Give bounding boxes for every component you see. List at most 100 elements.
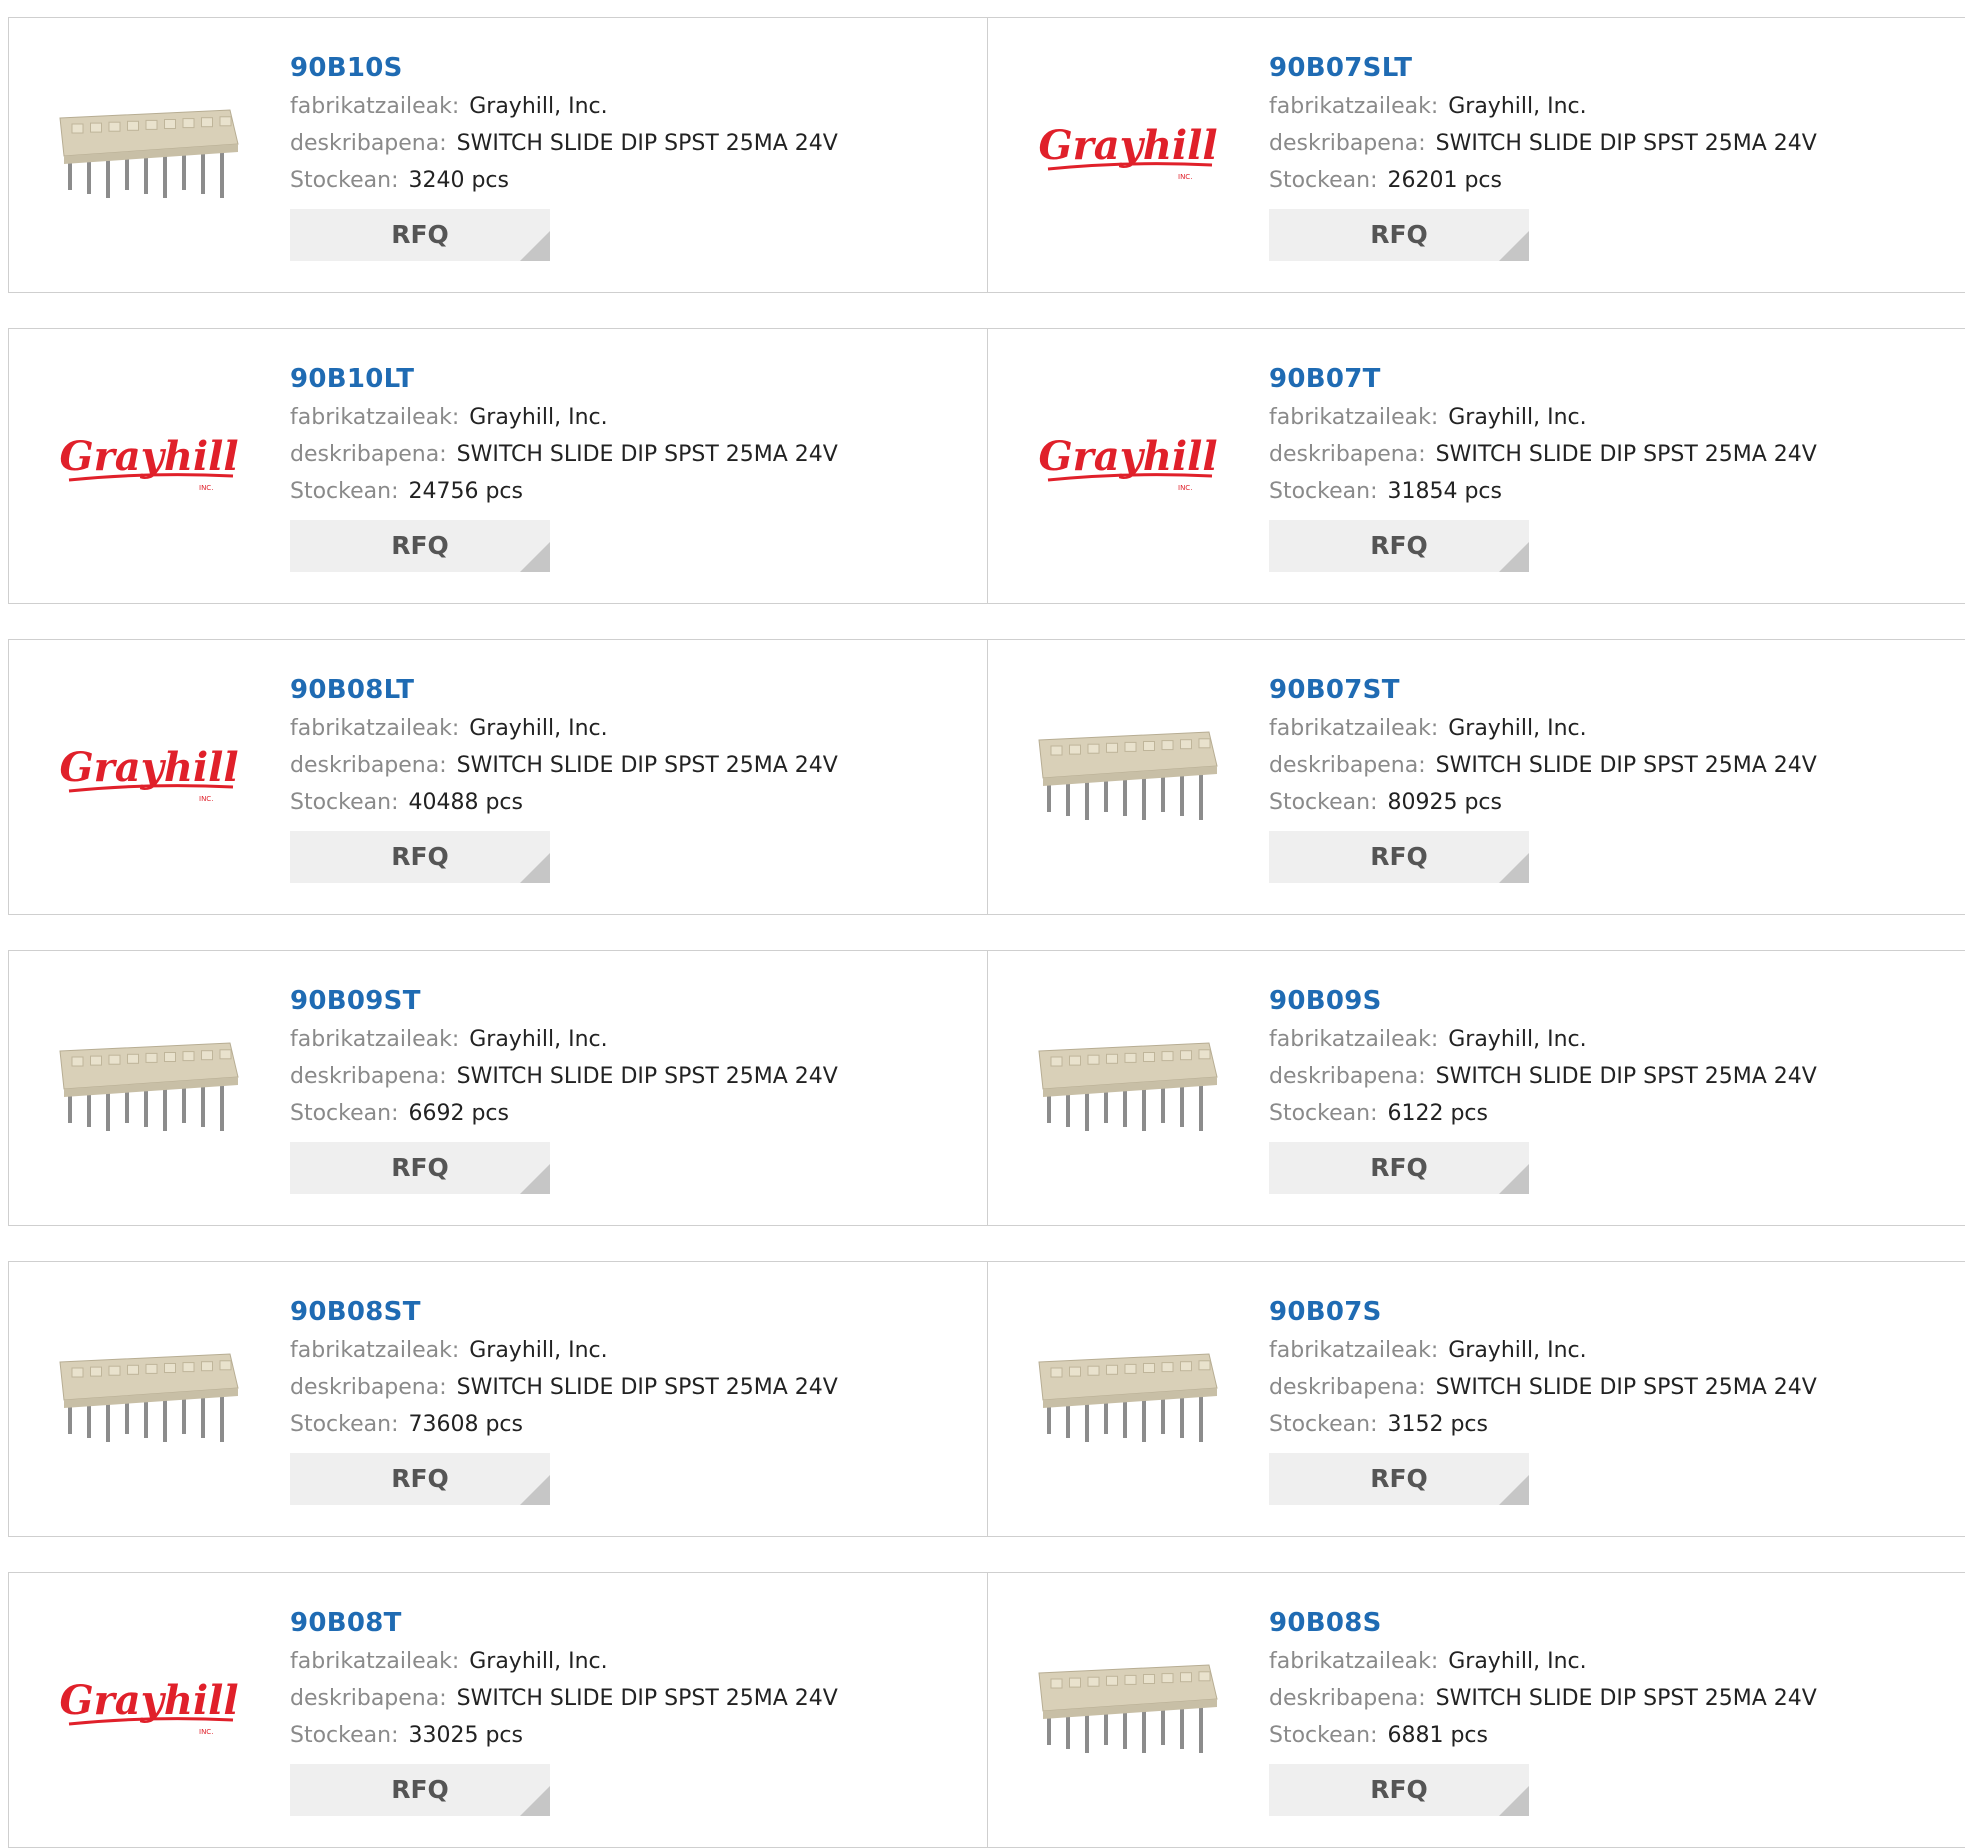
rfq-button[interactable]: RFQ [290, 1453, 550, 1505]
dip-switch-image[interactable] [1028, 1610, 1228, 1810]
stock-label: Stockean: [290, 790, 399, 815]
corner-triangle-icon [1499, 1164, 1529, 1194]
manufacturer-label: fabrikatzaileak: [1269, 1649, 1439, 1674]
stock-value: 3152 pcs [1387, 1412, 1488, 1437]
rfq-button-label: RFQ [391, 842, 449, 871]
stock-label: Stockean: [290, 168, 399, 193]
rfq-button-label: RFQ [391, 531, 449, 560]
rfq-button[interactable]: RFQ [1269, 520, 1529, 572]
rfq-button[interactable]: RFQ [1269, 1142, 1529, 1194]
corner-triangle-icon [1499, 853, 1529, 883]
manufacturer-label: fabrikatzaileak: [290, 1649, 460, 1674]
stock-value: 6692 pcs [408, 1101, 509, 1126]
stock-label: Stockean: [1269, 1101, 1378, 1126]
rfq-button[interactable]: RFQ [1269, 1764, 1529, 1816]
rfq-button-label: RFQ [1370, 220, 1428, 249]
stock-row: Stockean: 80925 pcs [1269, 784, 1949, 821]
manufacturer-row: fabrikatzaileak: Grayhill, Inc. [290, 88, 970, 125]
part-number-link[interactable]: 90B08T [290, 1603, 970, 1643]
manufacturer-row: fabrikatzaileak: Grayhill, Inc. [1269, 399, 1949, 436]
manufacturer-label: fabrikatzaileak: [1269, 1338, 1439, 1363]
product-row: 90B08ST fabrikatzaileak: Grayhill, Inc. des… [8, 1261, 1965, 1537]
product-row: Grayhill INC. 90B10LT fabrikatzaileak: Grayh… [8, 328, 1965, 604]
stock-row: Stockean: 6122 pcs [1269, 1095, 1949, 1132]
grayhill-logo-image[interactable]: Grayhill INC. [49, 1610, 249, 1810]
description-label: deskribapena: [290, 1064, 447, 1089]
description-row: deskribapena: SWITCH SLIDE DIP SPST 25MA … [1269, 1369, 1949, 1406]
description-value: SWITCH SLIDE DIP SPST 25MA 24V [1435, 1375, 1817, 1400]
grayhill-logo-image[interactable]: Grayhill INC. [1028, 55, 1228, 255]
svg-text:Grayhill: Grayhill [1038, 433, 1217, 480]
stock-value: 80925 pcs [1387, 790, 1502, 815]
grayhill-logo-image[interactable]: Grayhill INC. [49, 677, 249, 877]
dip-switch-image[interactable] [49, 1299, 249, 1499]
description-label: deskribapena: [1269, 442, 1426, 467]
part-number-link[interactable]: 90B07T [1269, 359, 1949, 399]
manufacturer-value: Grayhill, Inc. [469, 405, 608, 430]
grayhill-logo-image[interactable]: Grayhill INC. [1028, 366, 1228, 566]
stock-value: 26201 pcs [1387, 168, 1502, 193]
description-label: deskribapena: [290, 131, 447, 156]
description-row: deskribapena: SWITCH SLIDE DIP SPST 25MA … [1269, 1680, 1949, 1717]
dip-switch-image[interactable] [1028, 988, 1228, 1188]
corner-triangle-icon [520, 853, 550, 883]
description-row: deskribapena: SWITCH SLIDE DIP SPST 25MA … [290, 1369, 970, 1406]
manufacturer-value: Grayhill, Inc. [469, 1649, 608, 1674]
rfq-button[interactable]: RFQ [1269, 209, 1529, 261]
manufacturer-value: Grayhill, Inc. [1448, 1027, 1587, 1052]
stock-row: Stockean: 3152 pcs [1269, 1406, 1949, 1443]
stock-label: Stockean: [1269, 479, 1378, 504]
corner-triangle-icon [1499, 542, 1529, 572]
part-number-link[interactable]: 90B09ST [290, 981, 970, 1021]
part-number-link[interactable]: 90B08S [1269, 1603, 1949, 1643]
stock-row: Stockean: 3240 pcs [290, 162, 970, 199]
rfq-button[interactable]: RFQ [290, 209, 550, 261]
description-value: SWITCH SLIDE DIP SPST 25MA 24V [456, 1375, 838, 1400]
rfq-button[interactable]: RFQ [1269, 1453, 1529, 1505]
part-number-link[interactable]: 90B09S [1269, 981, 1949, 1021]
rfq-button[interactable]: RFQ [290, 1764, 550, 1816]
dip-switch-image[interactable] [1028, 1299, 1228, 1499]
part-number-link[interactable]: 90B07ST [1269, 670, 1949, 710]
rfq-button[interactable]: RFQ [290, 1142, 550, 1194]
product-grid: 90B10S fabrikatzaileak: Grayhill, Inc. desk… [0, 0, 1965, 1848]
rfq-button[interactable]: RFQ [290, 520, 550, 572]
part-number-link[interactable]: 90B08LT [290, 670, 970, 710]
product-info: 90B07SLT fabrikatzaileak: Grayhill, Inc. de… [1269, 48, 1949, 261]
rfq-button[interactable]: RFQ [1269, 831, 1529, 883]
svg-text:INC.: INC. [1178, 173, 1192, 181]
stock-row: Stockean: 6692 pcs [290, 1095, 970, 1132]
manufacturer-value: Grayhill, Inc. [1448, 1338, 1587, 1363]
manufacturer-row: fabrikatzaileak: Grayhill, Inc. [290, 710, 970, 747]
manufacturer-label: fabrikatzaileak: [290, 405, 460, 430]
rfq-button-label: RFQ [1370, 842, 1428, 871]
product-info: 90B08ST fabrikatzaileak: Grayhill, Inc. des… [290, 1292, 970, 1505]
grayhill-logo-image[interactable]: Grayhill INC. [49, 366, 249, 566]
stock-row: Stockean: 31854 pcs [1269, 473, 1949, 510]
product-row: 90B10S fabrikatzaileak: Grayhill, Inc. desk… [8, 17, 1965, 293]
dip-switch-image[interactable] [49, 55, 249, 255]
part-number-link[interactable]: 90B08ST [290, 1292, 970, 1332]
product-info: 90B08LT fabrikatzaileak: Grayhill, Inc. des… [290, 670, 970, 883]
description-row: deskribapena: SWITCH SLIDE DIP SPST 25MA … [290, 1058, 970, 1095]
manufacturer-label: fabrikatzaileak: [1269, 716, 1439, 741]
svg-text:Grayhill: Grayhill [59, 433, 238, 480]
stock-label: Stockean: [290, 479, 399, 504]
part-number-link[interactable]: 90B10S [290, 48, 970, 88]
description-label: deskribapena: [1269, 1375, 1426, 1400]
corner-triangle-icon [520, 231, 550, 261]
manufacturer-label: fabrikatzaileak: [290, 1027, 460, 1052]
dip-switch-image[interactable] [49, 988, 249, 1188]
dip-switch-image[interactable] [1028, 677, 1228, 877]
svg-text:INC.: INC. [199, 1728, 213, 1736]
part-number-link[interactable]: 90B07SLT [1269, 48, 1949, 88]
description-value: SWITCH SLIDE DIP SPST 25MA 24V [1435, 131, 1817, 156]
manufacturer-label: fabrikatzaileak: [1269, 405, 1439, 430]
rfq-button-label: RFQ [1370, 1464, 1428, 1493]
rfq-button[interactable]: RFQ [290, 831, 550, 883]
part-number-link[interactable]: 90B07S [1269, 1292, 1949, 1332]
product-info: 90B10S fabrikatzaileak: Grayhill, Inc. desk… [290, 48, 970, 261]
part-number-link[interactable]: 90B10LT [290, 359, 970, 399]
description-value: SWITCH SLIDE DIP SPST 25MA 24V [1435, 753, 1817, 778]
product-row: Grayhill INC. 90B08LT fabrikatzaileak: Grayh… [8, 639, 1965, 915]
